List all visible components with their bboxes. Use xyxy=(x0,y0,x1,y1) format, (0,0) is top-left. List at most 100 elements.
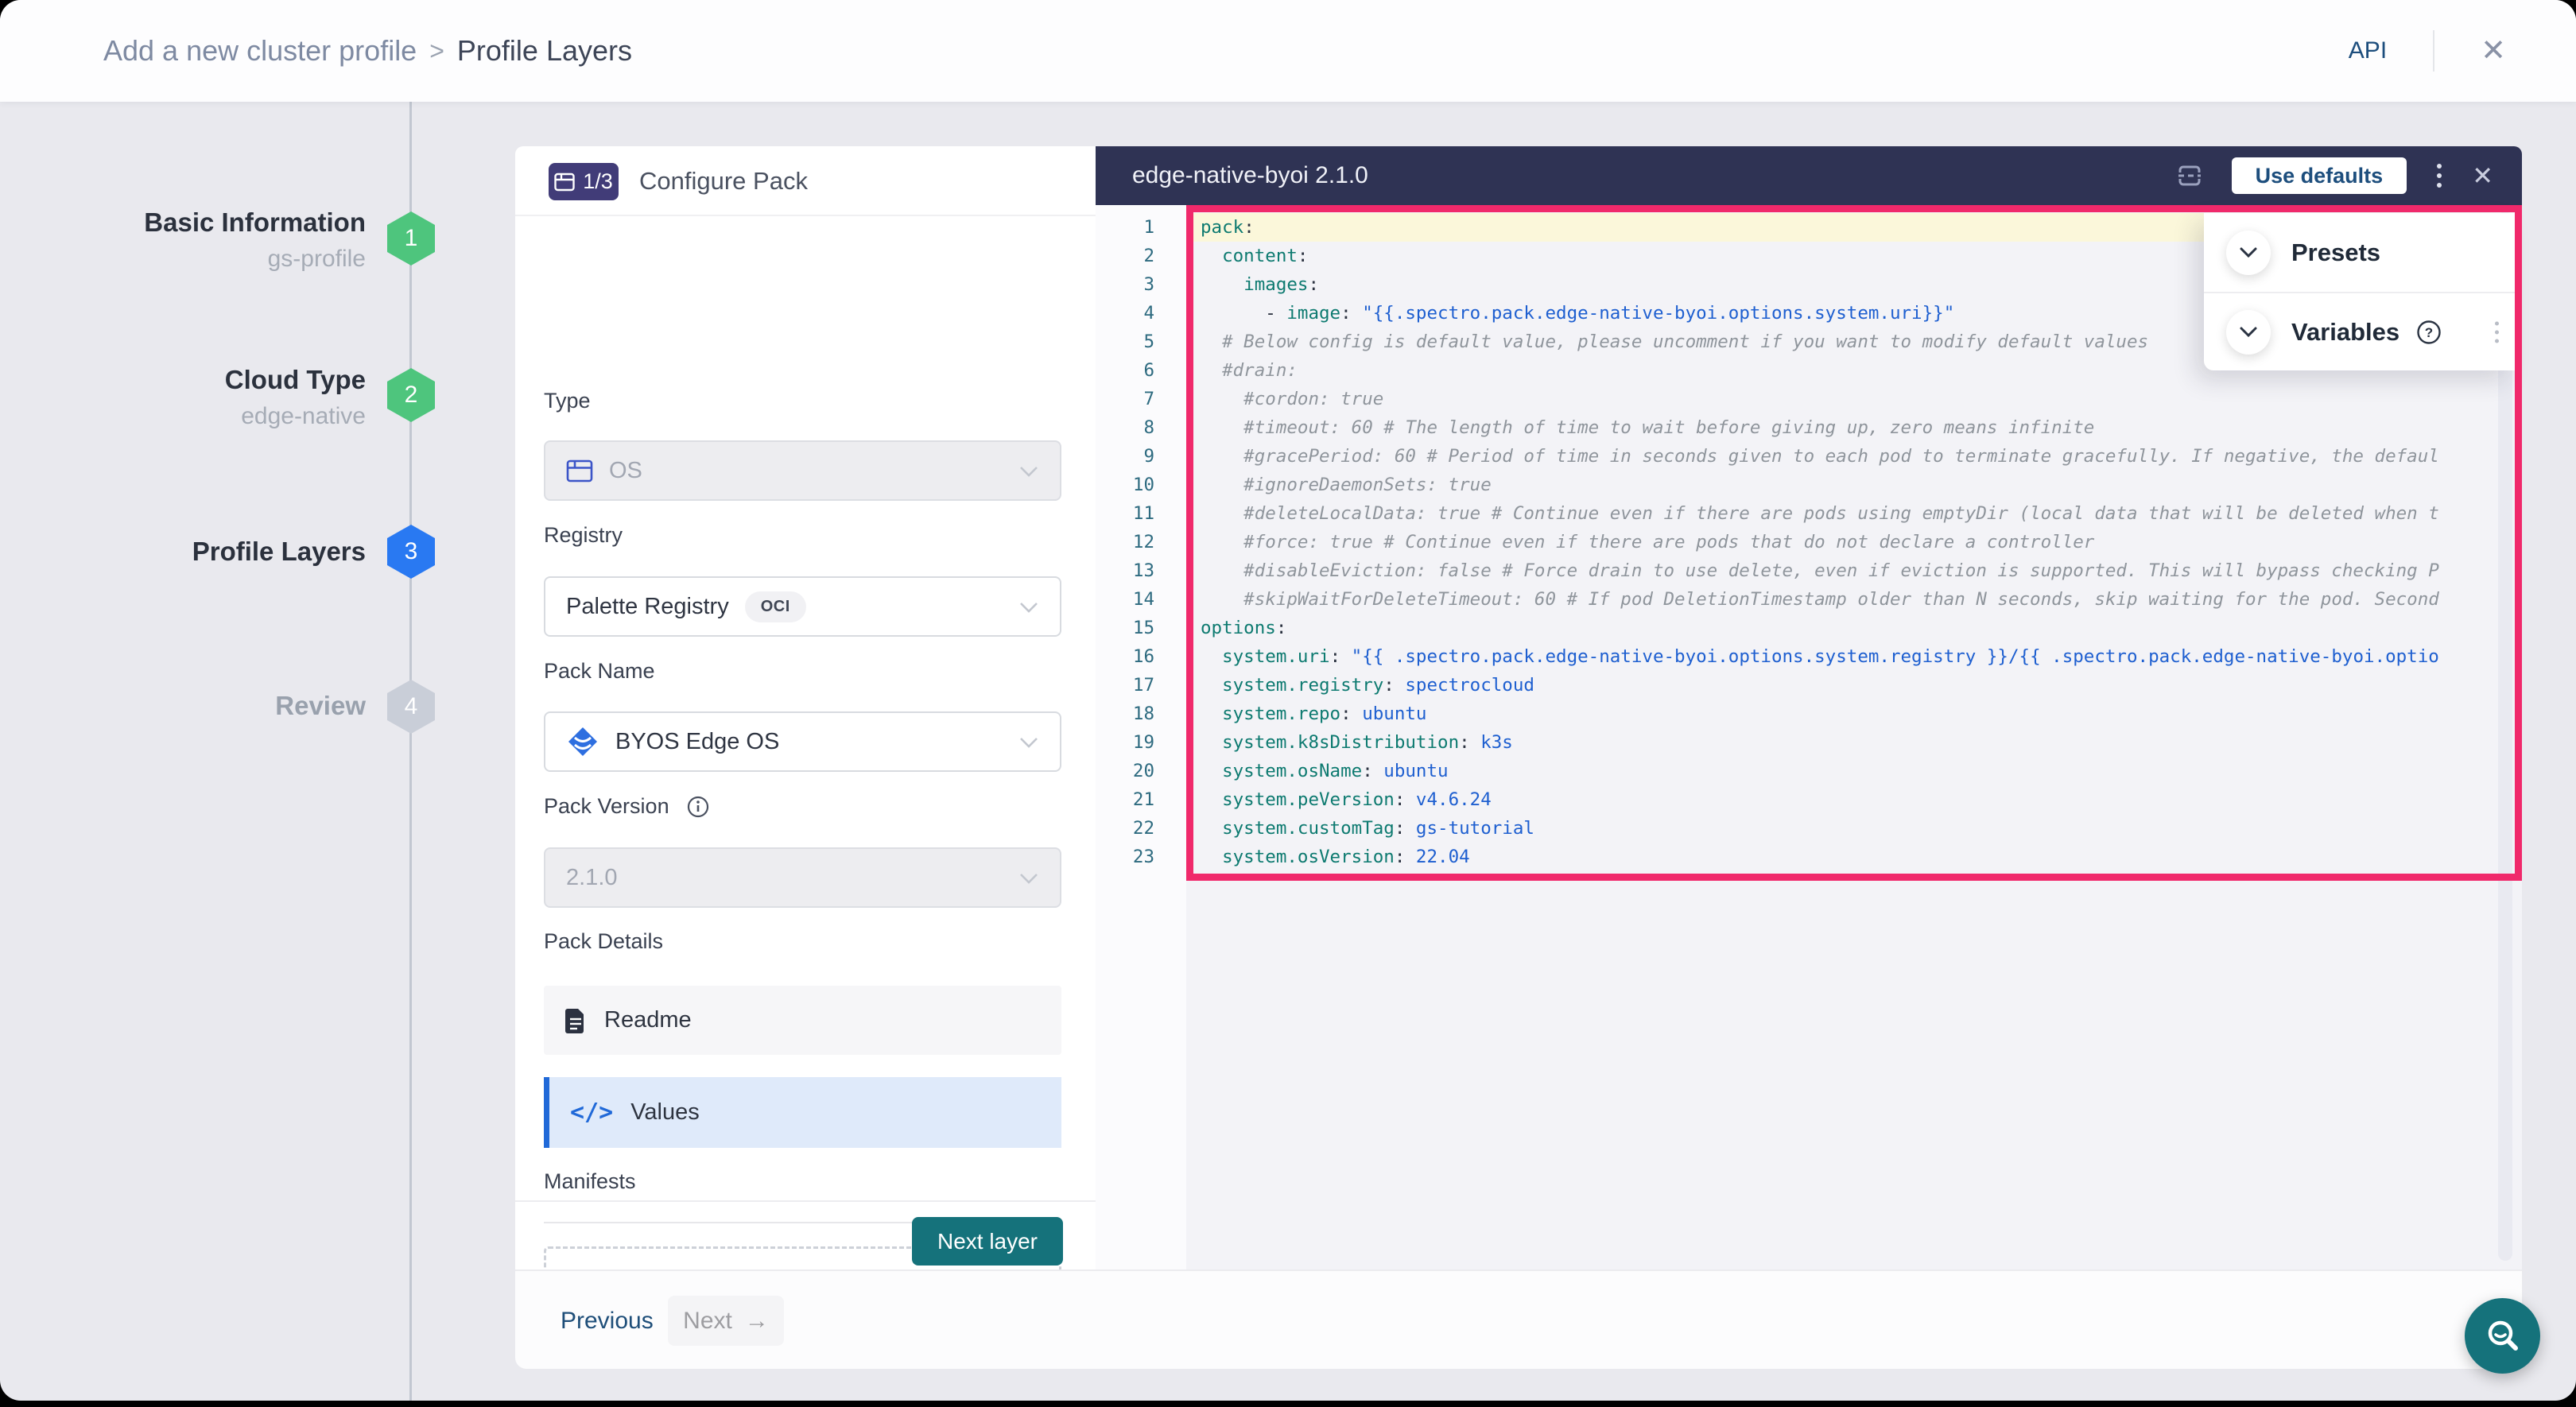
registry-label: Registry xyxy=(544,523,623,548)
editor-header: edge-native-byoi 2.1.0 Use defaults ✕ xyxy=(1096,146,2522,205)
pack-version-label: Pack Version xyxy=(544,794,710,819)
editor-close-icon[interactable]: ✕ xyxy=(2472,161,2493,191)
code-line[interactable]: system.osVersion: 22.04 xyxy=(1193,843,2515,871)
pack-version-value: 2.1.0 xyxy=(566,865,618,891)
code-line[interactable]: system.customTag: gs-tutorial xyxy=(1193,814,2515,843)
chevron-down-icon[interactable] xyxy=(2226,310,2271,355)
step-2-badge[interactable]: 2 xyxy=(387,368,435,422)
code-line[interactable]: #force: true # Continue even if there ar… xyxy=(1193,528,2515,556)
chevron-down-icon xyxy=(1018,729,1039,755)
line-number: 2 xyxy=(1096,242,1186,270)
readme-tab[interactable]: Readme xyxy=(544,986,1061,1055)
use-defaults-button[interactable]: Use defaults xyxy=(2232,157,2407,194)
page-title: Profile Layers xyxy=(457,34,632,68)
pack-window-icon xyxy=(554,172,575,192)
editor-menu-icon[interactable] xyxy=(2434,161,2445,191)
pack-name-select[interactable]: BYOS Edge OS xyxy=(544,711,1061,772)
step-title: Review xyxy=(87,690,366,722)
oci-badge: OCI xyxy=(745,591,806,622)
configure-pack-header: 1/3 Configure Pack xyxy=(515,146,1096,216)
code-line[interactable]: #disableEviction: false # Force drain to… xyxy=(1193,556,2515,585)
line-number: 7 xyxy=(1096,385,1186,413)
previous-button[interactable]: Previous xyxy=(561,1271,654,1370)
presets-label: Presets xyxy=(2291,238,2380,267)
code-line[interactable]: #gracePeriod: 60 # Period of time in sec… xyxy=(1193,442,2515,471)
stepper-connector-line xyxy=(409,102,412,1401)
code-line[interactable]: #deleteLocalData: true # Continue even i… xyxy=(1193,499,2515,528)
breadcrumb-parent[interactable]: Add a new cluster profile xyxy=(103,34,417,68)
info-icon[interactable] xyxy=(686,795,710,819)
document-icon xyxy=(564,1007,587,1034)
os-layer-icon xyxy=(566,459,593,483)
step-subtitle: edge-native xyxy=(87,401,366,432)
step-3-badge[interactable]: 3 xyxy=(387,525,435,579)
values-label: Values xyxy=(630,1099,700,1126)
manifests-label: Manifests xyxy=(544,1169,636,1194)
values-tab[interactable]: </> Values xyxy=(544,1077,1061,1148)
close-icon[interactable]: ✕ xyxy=(2481,36,2506,66)
step-title: Basic Information xyxy=(87,207,366,238)
presets-variables-card: Presets Variables ? xyxy=(2204,213,2515,370)
line-number: 3 xyxy=(1096,270,1186,299)
step-basic-information[interactable]: Basic Information gs-profile xyxy=(87,207,366,275)
api-link[interactable]: API xyxy=(2349,37,2387,64)
step-1-badge[interactable]: 1 xyxy=(387,211,435,266)
line-number: 5 xyxy=(1096,328,1186,356)
step-number: 2 xyxy=(405,382,418,409)
add-cluster-profile-page: Add a new cluster profile > Profile Laye… xyxy=(0,0,2576,1401)
code-line[interactable]: system.k8sDistribution: k3s xyxy=(1193,728,2515,757)
step-profile-layers[interactable]: Profile Layers xyxy=(87,536,366,568)
line-number: 18 xyxy=(1096,700,1186,728)
line-number: 12 xyxy=(1096,528,1186,556)
search-fab-button[interactable] xyxy=(2465,1298,2540,1374)
chevron-down-icon[interactable] xyxy=(2226,231,2271,275)
variables-toggle[interactable]: Variables ? xyxy=(2204,292,2515,370)
line-number: 4 xyxy=(1096,299,1186,328)
code-line[interactable]: system.uri: "{{ .spectro.pack.edge-nativ… xyxy=(1193,642,2515,671)
help-icon[interactable]: ? xyxy=(2415,319,2442,346)
header-divider xyxy=(2433,30,2434,72)
line-number: 10 xyxy=(1096,471,1186,499)
header-actions: API ✕ xyxy=(2349,0,2506,102)
registry-select[interactable]: Palette Registry OCI xyxy=(544,576,1061,637)
line-number: 19 xyxy=(1096,728,1186,757)
line-number: 16 xyxy=(1096,642,1186,671)
line-number: 22 xyxy=(1096,814,1186,843)
line-number: 23 xyxy=(1096,843,1186,871)
code-line[interactable]: system.osName: ubuntu xyxy=(1193,757,2515,785)
code-line[interactable]: #ignoreDaemonSets: true xyxy=(1193,471,2515,499)
code-line[interactable]: #skipWaitForDeleteTimeout: 60 # If pod D… xyxy=(1193,585,2515,614)
editor-body: 1234567891011121314151617181920212223 pa… xyxy=(1096,205,2522,1269)
type-label: Type xyxy=(544,389,591,413)
line-number: 17 xyxy=(1096,671,1186,700)
step-number: 4 xyxy=(405,693,418,720)
pack-name-value: BYOS Edge OS xyxy=(615,729,779,755)
pack-version-select[interactable]: 2.1.0 xyxy=(544,847,1061,908)
step-cloud-type[interactable]: Cloud Type edge-native xyxy=(87,364,366,432)
variables-menu-icon[interactable] xyxy=(2492,318,2502,346)
search-icon xyxy=(2482,1316,2524,1357)
chevron-down-icon xyxy=(1018,594,1039,620)
next-layer-button[interactable]: Next layer xyxy=(912,1217,1063,1266)
pack-step-badge: 1/3 xyxy=(549,163,619,200)
code-line[interactable]: #cordon: true xyxy=(1193,385,2515,413)
breadcrumb-separator: > xyxy=(429,37,444,66)
chevron-down-icon xyxy=(1018,865,1039,891)
chevron-down-icon xyxy=(1018,458,1039,484)
registry-value: Palette Registry xyxy=(566,594,729,620)
next-button[interactable]: Next → xyxy=(668,1296,784,1346)
step-review[interactable]: Review xyxy=(87,690,366,722)
pack-step-count: 1/3 xyxy=(583,169,613,194)
code-line[interactable]: #timeout: 60 # The length of time to wai… xyxy=(1193,413,2515,442)
pack-name-label: Pack Name xyxy=(544,659,655,684)
presets-toggle[interactable]: Presets xyxy=(2204,213,2515,292)
step-subtitle: gs-profile xyxy=(87,243,366,275)
code-line[interactable]: system.registry: spectrocloud xyxy=(1193,671,2515,700)
code-line[interactable]: system.peVersion: v4.6.24 xyxy=(1193,785,2515,814)
code-line[interactable]: options: xyxy=(1193,614,2515,642)
type-select[interactable]: OS xyxy=(544,440,1061,501)
compare-view-icon[interactable] xyxy=(2174,162,2205,189)
code-line[interactable]: system.repo: ubuntu xyxy=(1193,700,2515,728)
line-number: 8 xyxy=(1096,413,1186,442)
step-4-badge[interactable]: 4 xyxy=(387,680,435,734)
